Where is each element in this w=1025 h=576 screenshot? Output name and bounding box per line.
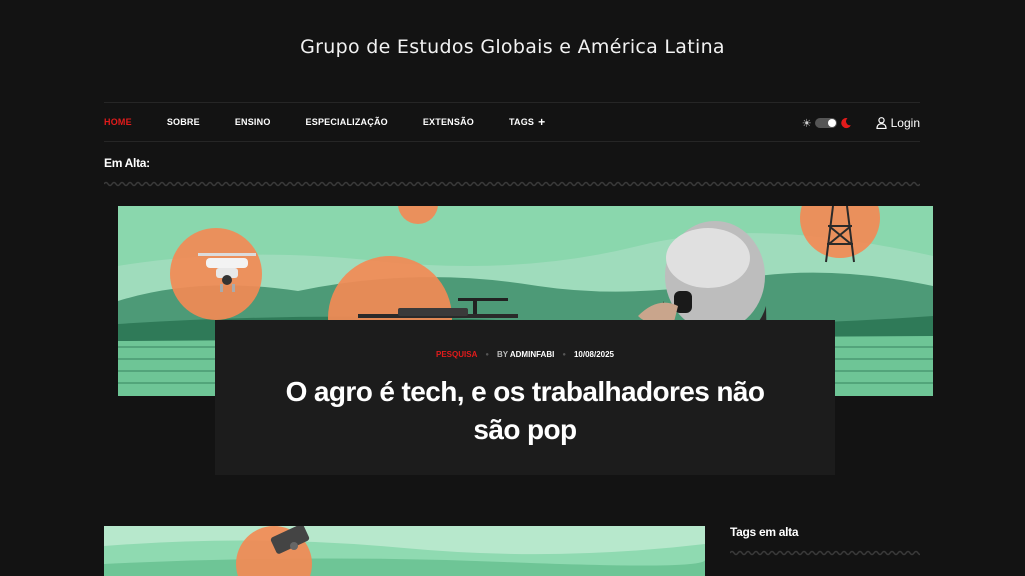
hero-card: PESQUISA ● BY ADMINFABI ● 10/08/2025 O a…: [215, 320, 835, 475]
nav-item-sobre[interactable]: SOBRE: [167, 117, 200, 127]
nav-item-tags[interactable]: TAGS +: [508, 114, 546, 129]
post-category[interactable]: PESQUISA: [436, 350, 477, 359]
login-link[interactable]: Login: [876, 116, 920, 130]
theme-switcher[interactable]: ☀: [802, 117, 852, 130]
post-author-wrap: BY ADMINFABI: [497, 350, 554, 359]
meta-separator: ●: [485, 351, 489, 358]
plus-icon: +: [538, 114, 546, 129]
nav-item-home[interactable]: HOME: [104, 117, 132, 127]
post-author[interactable]: ADMINFABI: [510, 350, 554, 359]
user-icon: [876, 117, 887, 129]
sidebar-tags-title: Tags em alta: [730, 525, 799, 539]
nav-right: ☀ Login: [802, 103, 920, 143]
site-title[interactable]: Grupo de Estudos Globais e América Latin…: [0, 36, 1025, 58]
post-meta: PESQUISA ● BY ADMINFABI ● 10/08/2025: [215, 350, 835, 359]
nav-tags-label: TAGS: [508, 117, 535, 127]
moon-icon: [840, 118, 851, 129]
trending-divider: [104, 181, 920, 187]
meta-separator: ●: [562, 351, 566, 358]
login-label: Login: [890, 116, 920, 130]
second-post-image[interactable]: [104, 526, 705, 576]
toggle-knob: [827, 119, 836, 127]
post-by: BY: [496, 350, 508, 359]
nav-item-especializacao[interactable]: ESPECIALIZAÇÃO: [306, 117, 388, 127]
second-illustration: [104, 526, 705, 576]
sun-icon: ☀: [801, 117, 812, 130]
nav-item-extensao[interactable]: EXTENSÃO: [423, 117, 474, 127]
trending-label: Em Alta:: [104, 156, 150, 170]
post-date: 10/08/2025: [573, 350, 614, 359]
main-nav: HOME SOBRE ENSINO ESPECIALIZAÇÃO EXTENSÃ…: [104, 102, 920, 142]
sidebar-divider: [730, 550, 920, 556]
nav-item-ensino[interactable]: ENSINO: [235, 117, 271, 127]
theme-toggle[interactable]: [814, 118, 837, 128]
post-title[interactable]: O agro é tech, e os trabalhadores não sã…: [275, 373, 775, 449]
